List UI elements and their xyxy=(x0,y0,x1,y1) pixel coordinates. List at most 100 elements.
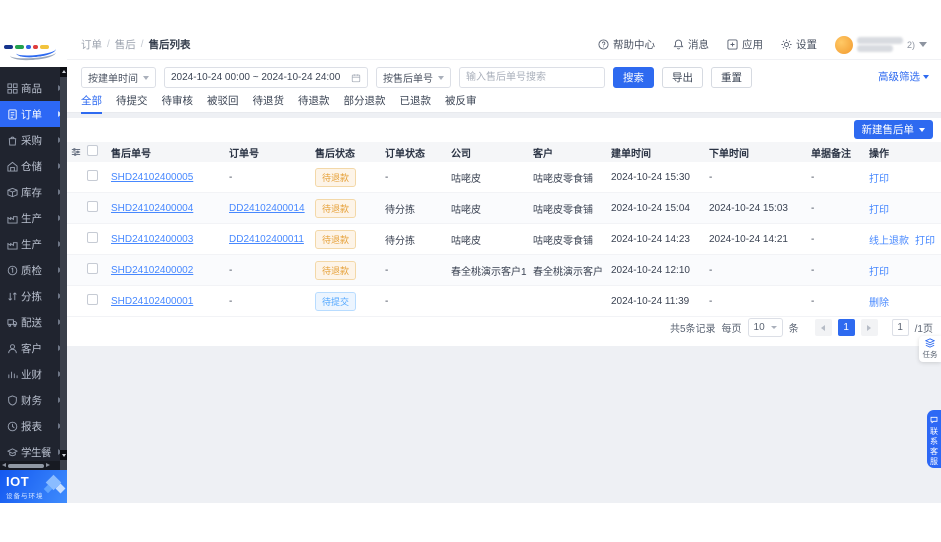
sidebar-item-finance[interactable]: 财务 xyxy=(0,387,67,413)
aftersale-no-link[interactable]: SHD24102400001 xyxy=(111,296,193,307)
tab-pending-submit[interactable]: 待提交 xyxy=(116,93,148,114)
col-header-customer: 客户 xyxy=(533,148,553,160)
created-time-cell: 2024-10-24 12:10 xyxy=(611,264,690,276)
scrollbar-down-arrow[interactable] xyxy=(60,450,67,460)
col-header-remark: 单据备注 xyxy=(811,148,851,160)
table-body: SHD24102400005 - 待退款 - 咕咾皮 咕咾皮零食铺 2024-1… xyxy=(67,162,941,317)
delete-action-link[interactable]: 删除 xyxy=(869,298,889,309)
date-field-select[interactable]: 按建单时间 xyxy=(81,67,156,88)
tab-reverse-audited[interactable]: 被反审 xyxy=(445,93,477,114)
aftersale-no-link[interactable]: SHD24102400003 xyxy=(111,234,193,245)
topbar: 订单 / 售后 / 售后列表 帮助中心 消息 应用 设置 2) xyxy=(67,30,941,60)
placed-time-cell: - xyxy=(709,171,713,183)
sidebar-item-production-2[interactable]: 生产 xyxy=(0,231,67,257)
online-refund-action-link[interactable]: 线上退款 xyxy=(869,236,909,247)
chevron-down-icon xyxy=(923,74,929,79)
sidebar-item-sorting[interactable]: 分拣 xyxy=(0,283,67,309)
next-page-button[interactable] xyxy=(860,319,878,336)
apps-button[interactable]: 应用 xyxy=(727,37,763,52)
settings-button[interactable]: 设置 xyxy=(781,37,817,52)
advanced-filter-link[interactable]: 高级筛选 xyxy=(878,69,929,84)
export-button[interactable]: 导出 xyxy=(662,67,703,88)
breadcrumb-orders[interactable]: 订单 xyxy=(81,37,102,52)
row-checkbox[interactable] xyxy=(87,201,98,212)
prev-page-button[interactable] xyxy=(814,319,832,336)
scrollbar-left-arrow[interactable] xyxy=(2,463,6,467)
messages-button[interactable]: 消息 xyxy=(673,37,709,52)
sidebar-item-inventory[interactable]: 库存 xyxy=(0,179,67,205)
page-1-button[interactable]: 1 xyxy=(837,319,855,336)
breadcrumb-aftersale[interactable]: 售后 xyxy=(115,37,136,52)
search-button[interactable]: 搜索 xyxy=(613,67,654,88)
print-action-link[interactable]: 打印 xyxy=(869,174,889,185)
scrollbar-thumb[interactable] xyxy=(8,463,44,468)
row-checkbox[interactable] xyxy=(87,263,98,274)
print-action-link[interactable]: 打印 xyxy=(869,267,889,278)
aftersale-no-link[interactable]: SHD24102400004 xyxy=(111,203,193,214)
per-page-select[interactable]: 10 xyxy=(747,318,783,337)
help-center-button[interactable]: 帮助中心 xyxy=(598,37,655,52)
date-range-input[interactable]: 2024-10-24 00:00 ~ 2024-10-24 24:00 xyxy=(164,67,368,88)
row-checkbox[interactable] xyxy=(87,294,98,305)
gear-icon xyxy=(781,39,792,50)
aftersale-no-link[interactable]: SHD24102400005 xyxy=(111,172,193,183)
sidebar-item-customers[interactable]: 客户 xyxy=(0,335,67,361)
remark-cell: - xyxy=(811,264,815,276)
iot-widget[interactable]: IOT 设备与环境 xyxy=(0,470,67,503)
row-checkbox[interactable] xyxy=(87,232,98,243)
box-icon xyxy=(7,187,18,197)
sidebar-item-delivery[interactable]: 配送 xyxy=(0,309,67,335)
scrollbar-up-arrow[interactable] xyxy=(60,67,67,77)
placed-time-cell: 2024-10-24 14:21 xyxy=(709,233,788,245)
tab-pending-refund[interactable]: 待退款 xyxy=(298,93,330,114)
scrollbar-right-arrow[interactable] xyxy=(46,463,50,467)
print-action-link[interactable]: 打印 xyxy=(915,236,935,247)
tab-all[interactable]: 全部 xyxy=(81,93,102,114)
tab-pending-return[interactable]: 待退货 xyxy=(253,93,285,114)
col-header-aftersale-status: 售后状态 xyxy=(315,148,355,160)
row-checkbox[interactable] xyxy=(87,170,98,181)
column-settings-icon[interactable] xyxy=(71,147,81,157)
order-no-cell: - xyxy=(229,295,233,307)
order-no-link[interactable]: DD24102400014 xyxy=(229,203,305,214)
select-all-checkbox[interactable] xyxy=(87,145,98,156)
task-floating-widget[interactable]: 任务 xyxy=(919,336,941,362)
cap-icon xyxy=(7,447,18,456)
sidebar-item-business-finance[interactable]: 业财 xyxy=(0,361,67,387)
iot-cube-graphic xyxy=(55,483,66,494)
chevron-left-icon xyxy=(821,324,826,331)
customer-service-tab[interactable]: 联系客服 xyxy=(927,410,941,468)
advanced-filter-label: 高级筛选 xyxy=(878,71,920,83)
sidebar-item-purchase[interactable]: 采购 xyxy=(0,127,67,153)
sidebar-item-label: 商品 xyxy=(21,82,42,95)
tab-refunded[interactable]: 已退款 xyxy=(400,93,432,114)
tab-partial-refund[interactable]: 部分退款 xyxy=(344,93,386,114)
aftersale-no-link[interactable]: SHD24102400002 xyxy=(111,265,193,276)
sidebar-item-quality[interactable]: 质检 xyxy=(0,257,67,283)
print-action-link[interactable]: 打印 xyxy=(869,205,889,216)
sidebar-horizontal-scrollbar[interactable] xyxy=(0,461,60,470)
aftersale-number-search-input[interactable] xyxy=(459,67,605,88)
sidebar-item-reports[interactable]: 报表 xyxy=(0,413,67,439)
tab-rejected[interactable]: 被驳回 xyxy=(207,93,239,114)
sidebar-item-production-1[interactable]: 生产 xyxy=(0,205,67,231)
total-pages-label: /1页 xyxy=(914,324,933,335)
tab-pending-review[interactable]: 待审核 xyxy=(162,93,194,114)
sidebar-item-goods[interactable]: 商品 xyxy=(0,75,67,101)
sidebar-vertical-scrollbar[interactable] xyxy=(60,67,67,470)
reset-button[interactable]: 重置 xyxy=(711,67,752,88)
sidebar-item-label: 分拣 xyxy=(21,290,42,303)
order-no-cell: - xyxy=(229,264,233,276)
new-aftersale-order-button[interactable]: 新建售后单 xyxy=(853,120,933,139)
status-badge: 待退款 xyxy=(315,198,357,218)
sidebar-item-warehouse[interactable]: 仓储 xyxy=(0,153,67,179)
page-jump-input[interactable]: 1 xyxy=(891,319,909,336)
sidebar-item-label: 仓储 xyxy=(21,160,42,173)
app-window: 订单 / 售后 / 售后列表 帮助中心 消息 应用 设置 2) 商品 订单 采购… xyxy=(0,0,941,542)
sidebar-item-orders[interactable]: 订单 xyxy=(0,101,67,127)
bag-icon xyxy=(8,136,17,146)
user-menu[interactable]: 2) xyxy=(834,35,927,54)
breadcrumb-current: 售后列表 xyxy=(148,39,191,51)
number-field-select[interactable]: 按售后单号 xyxy=(376,67,451,88)
order-no-link[interactable]: DD24102400011 xyxy=(229,234,304,245)
